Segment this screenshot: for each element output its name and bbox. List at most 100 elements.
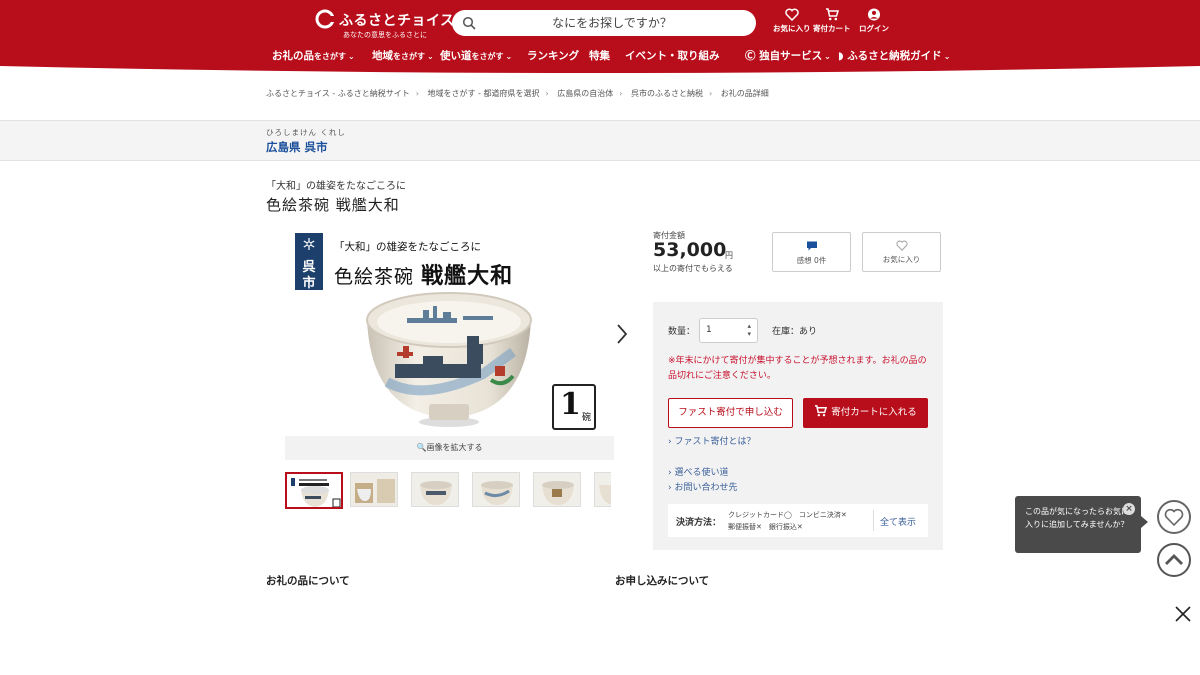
image-title-a: 色絵茶碗 bbox=[334, 266, 415, 288]
payment-label: 決済方法： bbox=[676, 518, 722, 528]
chevron-down-icon: ⌄ bbox=[348, 52, 355, 61]
chat-icon bbox=[806, 241, 817, 251]
divider bbox=[873, 510, 874, 531]
breadcrumb-separator: › bbox=[708, 89, 713, 98]
breadcrumb: ふるさとチョイス - ふるさと納税サイト › 地域をさがす - 都道府県を選択 › … bbox=[266, 88, 775, 99]
favorite-button[interactable]: お気に入り bbox=[862, 232, 941, 272]
stock-status: 在庫：あり bbox=[772, 327, 818, 337]
logo-icon: Ⓒ bbox=[745, 50, 760, 62]
thumbnail-image bbox=[351, 473, 397, 506]
floating-favorite-button[interactable] bbox=[1157, 500, 1191, 534]
search-icon[interactable] bbox=[462, 16, 476, 30]
payment-methods: 決済方法： クレジットカード◯ コンビニ決済✕ 郵便振替✕ 銀行振込✕ 全て表示 bbox=[668, 504, 928, 537]
tea-bowl-image bbox=[366, 292, 532, 427]
badge-text-line2: 市 bbox=[302, 276, 316, 291]
quantity-badge-unit: 碗 bbox=[582, 413, 592, 423]
nav-item-feature[interactable]: 特集 bbox=[589, 48, 610, 63]
breadcrumb-item[interactable]: ふるさとチョイス - ふるさと納税サイト bbox=[266, 89, 410, 98]
payment-line: 郵便振替✕ 銀行振込✕ bbox=[728, 523, 803, 531]
chevron-right-icon[interactable] bbox=[614, 322, 630, 346]
fast-donation-button[interactable]: ファスト寄付で申し込む bbox=[668, 398, 793, 428]
nav-item-sublabel: をさがす bbox=[471, 52, 504, 61]
image-title: 色絵茶碗 戦艦大和 bbox=[334, 258, 513, 290]
section-application: お申し込みについて bbox=[615, 575, 710, 587]
nav-item-sublabel: をさがす bbox=[314, 52, 346, 61]
nav-item-label: ふるさと納税ガイド bbox=[847, 50, 942, 62]
breadcrumb-separator: › bbox=[415, 89, 419, 98]
thumbnail-image bbox=[412, 473, 458, 506]
add-to-cart-button[interactable]: 寄付カートに入れる bbox=[803, 398, 928, 428]
nav-item-guide[interactable]: ◗ ふるさと納税ガイド ⌄ bbox=[838, 48, 950, 63]
login-label: ログイン bbox=[859, 24, 889, 33]
nav-item-label: 使い道 bbox=[440, 50, 472, 62]
back-to-top-button[interactable] bbox=[1157, 543, 1191, 577]
breadcrumb-current: お礼の品詳細 bbox=[720, 89, 769, 98]
nav-item-events[interactable]: イベント・取り組み bbox=[625, 48, 720, 63]
search-box bbox=[452, 10, 756, 36]
nav-item-ranking[interactable]: ランキング bbox=[527, 48, 579, 63]
contact-link[interactable]: › お問い合わせ先 bbox=[668, 480, 737, 493]
thumbnail[interactable] bbox=[472, 472, 520, 507]
nav-item-original-service[interactable]: Ⓒ 独自サービス ⌄ bbox=[745, 48, 831, 63]
quantity-value: 1 bbox=[706, 325, 712, 335]
chevron-down-icon: ⌄ bbox=[824, 52, 831, 61]
header-cart-button[interactable]: 寄付カート bbox=[813, 8, 851, 34]
image-title-b: 戦艦大和 bbox=[421, 263, 514, 289]
municipality-bar: ひろしまけん くれし 広島県 呉市 bbox=[0, 120, 1200, 161]
heart-icon bbox=[1164, 508, 1184, 527]
chevron-down-icon: ⌄ bbox=[943, 52, 951, 61]
search-input[interactable] bbox=[482, 10, 742, 36]
close-icon[interactable] bbox=[1174, 605, 1192, 623]
cart-label: 寄付カート bbox=[813, 24, 851, 33]
cart-icon bbox=[815, 405, 828, 417]
product-main-image[interactable]: 呉 市 「大和」の雄姿をたなごころに 色絵茶碗 戦艦大和 1 碗 bbox=[285, 226, 614, 434]
nav-item-label: 独自サービス bbox=[759, 50, 823, 62]
fast-donation-info-link[interactable]: › ファスト寄付とは？ bbox=[668, 434, 755, 447]
nav-item-gifts[interactable]: お礼の品をさがす ⌄ bbox=[272, 48, 355, 63]
warning-notice: ※年末にかけて寄付が集中することが予想されます。お礼の品の品切れにご注意ください… bbox=[668, 356, 927, 381]
cart-icon bbox=[825, 8, 839, 21]
payment-line: クレジットカード◯ コンビニ決済✕ bbox=[728, 511, 847, 519]
chevron-down-icon: ⌄ bbox=[505, 52, 513, 61]
thumbnail-image bbox=[473, 473, 519, 506]
header-favorites-button[interactable]: お気に入り bbox=[773, 8, 811, 34]
snowflake-icon bbox=[303, 238, 315, 250]
user-icon bbox=[867, 8, 881, 21]
breadcrumb-item[interactable]: 呉市のふるさと納税 bbox=[631, 89, 703, 98]
breadcrumb-item[interactable]: 地域をさがす - 都道府県を選択 bbox=[427, 89, 539, 98]
thumbnail[interactable] bbox=[285, 472, 343, 509]
close-icon[interactable]: × bbox=[1123, 503, 1135, 515]
quantity-badge-number: 1 bbox=[560, 387, 581, 422]
price-unit: 円 bbox=[725, 251, 733, 260]
chevron-down-icon: ⌄ bbox=[427, 52, 434, 61]
zoom-image-button[interactable]: 🔍画像を拡大する bbox=[285, 436, 614, 460]
thumbnail-image bbox=[595, 473, 611, 506]
reviews-button[interactable]: 感想 0件 bbox=[772, 232, 851, 272]
breadcrumb-separator: › bbox=[619, 89, 623, 98]
heart-icon bbox=[895, 240, 908, 251]
reviews-label: 感想 0件 bbox=[796, 256, 827, 265]
favorites-label: お気に入り bbox=[773, 24, 811, 33]
breadcrumb-separator: › bbox=[545, 89, 549, 98]
municipality-link[interactable]: 広島県 呉市 bbox=[266, 139, 328, 155]
nav-item-usage[interactable]: 使い道をさがす ⌄ bbox=[440, 48, 512, 63]
municipality-kana: ひろしまけん くれし bbox=[266, 128, 346, 137]
nav-item-label: 特集 bbox=[589, 50, 610, 62]
thumbnail[interactable] bbox=[350, 472, 398, 507]
thumbnail-strip bbox=[285, 472, 611, 509]
show-all-payments-link[interactable]: 全て表示 bbox=[880, 515, 916, 528]
thumbnail[interactable] bbox=[411, 472, 459, 507]
nav-item-label: お礼の品 bbox=[272, 50, 314, 62]
quantity-select[interactable]: 1 ▴ ▾ bbox=[699, 318, 758, 343]
breadcrumb-item[interactable]: 広島県の自治体 bbox=[557, 89, 613, 98]
thumbnail[interactable] bbox=[533, 472, 581, 507]
nav-item-label: ランキング bbox=[527, 50, 580, 62]
site-header: ふるさとチョイス あなたの意思をふるさとに お気に入り 寄付カート ログイン bbox=[0, 0, 1200, 74]
header-login-button[interactable]: ログイン bbox=[859, 8, 889, 34]
nav-item-sublabel: をさがす bbox=[393, 52, 425, 61]
usage-link[interactable]: › 選べる使い道 bbox=[668, 465, 728, 478]
order-panel: 数量： 1 ▴ ▾ 在庫：あり ※年末にかけて寄付が集中することが予想されます。お… bbox=[653, 302, 943, 550]
nav-item-region[interactable]: 地域をさがす ⌄ bbox=[372, 48, 434, 63]
thumbnail[interactable] bbox=[594, 472, 611, 507]
logo-text: ふるさとチョイス bbox=[339, 13, 455, 29]
